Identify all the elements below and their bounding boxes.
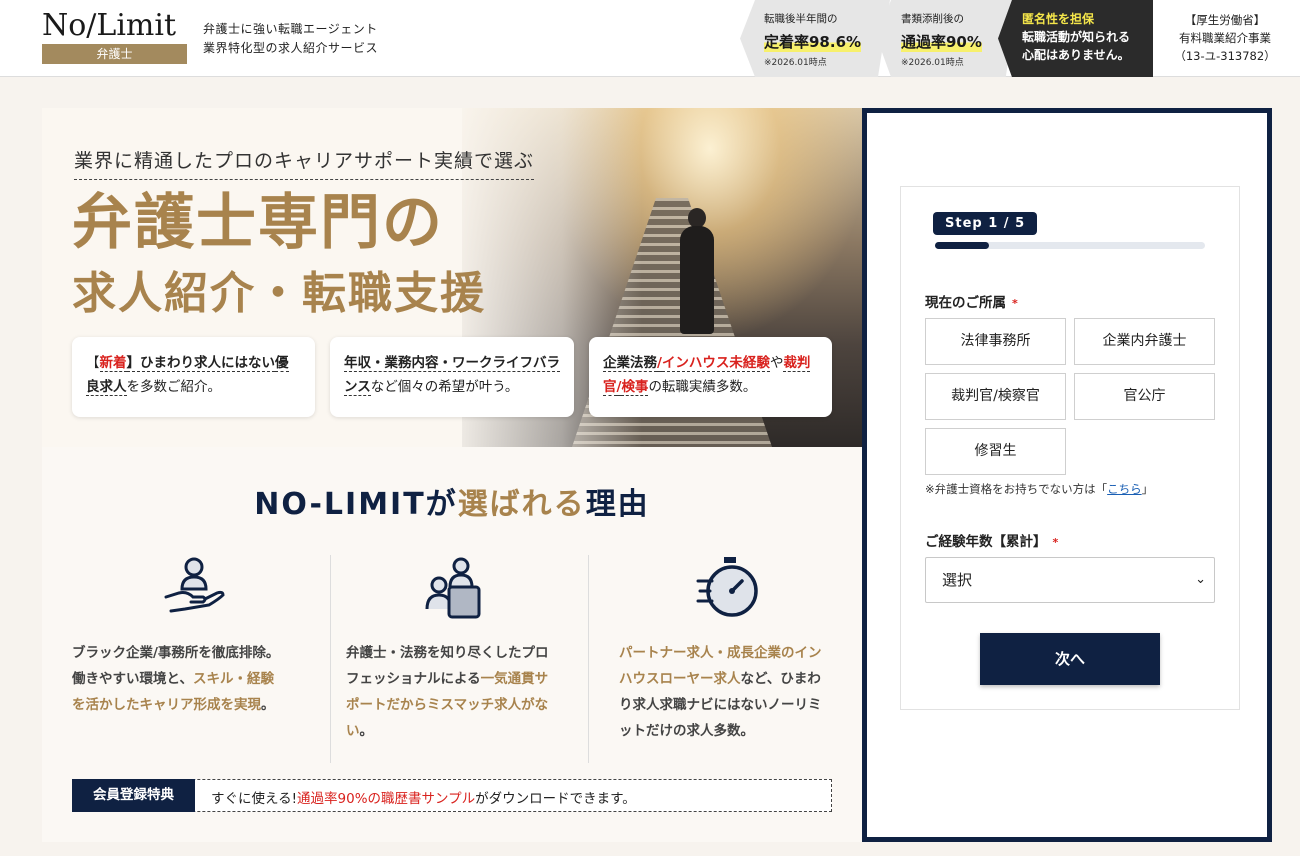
tagline: 弁護士に強い転職エージェント 業界特化型の求人紹介サービス [203,20,378,58]
chevron-down-icon: ⌄ [1195,572,1206,587]
card-text: など個々の希望が叶う。 [370,379,519,395]
card-highlight-red: インハウス未経験 [661,355,770,372]
license-type: 有料職業紹介事業 [1179,31,1271,45]
step-indicator: Step 1 / 5 [933,212,1038,235]
affiliation-label-text: 現在のご所属 [925,295,1006,311]
option-trainee[interactable]: 修習生 [925,428,1066,475]
anonymity-line3: 心配はありません。 [1022,48,1130,62]
reasons-title-c: 理由 [585,487,650,522]
feature-card-new-jobs: 【新着】ひまわり求人にはない優良求人を多数ご紹介。 [72,337,315,417]
logo-text: No/Limit [42,8,177,43]
next-button[interactable]: 次へ [980,633,1160,685]
hero-catchphrase: 業界に精通したプロのキャリアサポート実績で選ぶ [74,146,535,180]
pass-rate-stat-value: 通過率90% [901,31,982,52]
new-tag: 新着 [99,355,127,372]
card-highlight: 企業法務 [603,355,657,372]
reason-text: 。 [359,723,374,739]
reason-text-1: ブラック企業/事務所を徹底排除。働きやすい環境と、スキル・経験を活かしたキャリア… [72,640,287,718]
anonymity-line2: 転職活動が知られる [1022,30,1131,44]
retention-stat-value: 定着率98.6% [764,31,862,52]
experience-select[interactable]: 選択 ⌄ [925,557,1215,603]
member-text-a: すぐに使える! [211,791,298,807]
anonymity-badge: 匿名性を担保 転職活動が知られる 心配はありません。 [998,0,1153,77]
reason-text-2: 弁護士・法務を知り尽くしたプロフェッショナルによる一気通貫サポートだからミスマッ… [346,640,561,744]
reason-column-2: 弁護士・法務を知り尽くしたプロフェッショナルによる一気通貫サポートだからミスマッ… [330,555,589,763]
reasons-section: NO-LIMITが選ばれる理由 ブラック企業/事務所を徹底排除。働きやすい環境と… [42,447,862,842]
registration-form: Step 1 / 5 現在のご所属 * 法律事務所 企業内弁護士 裁判官/検察官 … [900,186,1240,710]
card-text: を多数ご紹介。 [126,379,222,395]
pass-rate-stat-note: ※2026.01時点 [901,58,964,68]
license-ministry: 【厚生労働省】 [1184,13,1266,27]
tagline-line1: 弁護士に強い転職エージェント [203,22,378,36]
retention-stat: 転職後半年間の 定着率98.6% ※2026.01時点 [740,0,890,77]
experience-label: ご経験年数【累計】 * [925,530,1058,550]
option-in-house-lawyer[interactable]: 企業内弁護士 [1074,318,1215,365]
member-text-red: 通過率90%の職歴書サンプル [297,791,476,807]
reasons-title: NO-LIMITが選ばれる理由 [42,479,862,523]
logo-subtitle: 弁護士 [42,44,187,64]
step-progress-bar [935,242,1205,249]
member-benefit-banner[interactable]: 会員登録特典 すぐに使える!通過率90%の職歴書サンプルがダウンロードできます。 [72,779,832,812]
feature-card-preferences: 年収・業務内容・ワークライフバランスなど個々の希望が叶う。 [330,337,574,417]
reason-text: 。 [261,697,275,713]
required-mark: * [1012,297,1018,310]
retention-stat-note: ※2026.01時点 [764,58,827,68]
consultation-icon [346,555,558,625]
card-text: や [769,355,784,371]
member-text-b: がダウンロードできます。 [475,791,636,807]
experience-label-text: ご経験年数【累計】 [925,534,1047,550]
license-info: 【厚生労働省】 有料職業紹介事業 （13-ユ-313782） [1160,11,1290,65]
experience-select-value: 選択 [942,571,973,589]
option-judge-prosecutor[interactable]: 裁判官/検察官 [925,373,1066,420]
card-text: の転職実績多数。 [648,379,757,395]
non-lawyer-note: ※弁護士資格をお持ちでない方は「こちら」 [925,481,1153,497]
required-mark: * [1052,536,1059,549]
pass-rate-stat-label: 書類添削後の [901,13,964,25]
reason-text-3: パートナー求人・成長企業のインハウスローヤー求人など、ひまわり求人求職ナビにはな… [619,640,834,744]
feature-card-track-record: 企業法務/インハウス未経験や裁判官/検事の転職実績多数。 [589,337,832,417]
license-number: （13-ユ-313782） [1174,49,1276,63]
option-law-firm[interactable]: 法律事務所 [925,318,1066,365]
reason-column-1: ブラック企業/事務所を徹底排除。働きやすい環境と、スキル・経験を活かしたキャリア… [72,555,315,763]
hand-care-icon [72,555,315,625]
note-text: 」 [1141,482,1154,496]
non-lawyer-link[interactable]: こちら [1107,482,1142,496]
card-text: 】ひまわり求人にはない [126,355,275,372]
reasons-title-a: NO-LIMITが [254,487,458,522]
member-benefit-text: すぐに使える!通過率90%の職歴書サンプルがダウンロードできます。 [211,787,636,807]
reasons-title-b: 選ばれる [457,487,586,522]
site-header: No/Limit 弁護士 弁護士に強い転職エージェント 業界特化型の求人紹介サー… [0,0,1300,77]
logo[interactable]: No/Limit 弁護士 [42,10,187,64]
anonymity-title: 匿名性を担保 [1022,12,1095,26]
registration-form-panel: Step 1 / 5 現在のご所属 * 法律事務所 企業内弁護士 裁判官/検察官 … [862,108,1272,842]
card-highlight-red: 検事 [621,379,649,396]
hero-section: 業界に精通したプロのキャリアサポート実績で選ぶ 弁護士専門の 求人紹介・転職支援… [42,108,862,447]
tagline-line2: 業界特化型の求人紹介サービス [203,41,379,55]
reason-column-3: パートナー求人・成長企業のインハウスローヤー求人など、ひまわり求人求職ナビにはな… [589,555,862,763]
option-government[interactable]: 官公庁 [1074,373,1215,420]
hero-title-line1: 弁護士専門の [72,188,444,258]
hero-title-line2: 求人紹介・転職支援 [72,268,486,319]
member-benefit-badge: 会員登録特典 [72,779,195,812]
note-text: ※弁護士資格をお持ちでない方は「 [925,482,1108,496]
stopwatch-icon [619,555,839,625]
step-progress-fill [935,242,989,249]
card-text: 【 [86,355,100,371]
affiliation-label: 現在のご所属 * [925,291,1018,311]
pass-rate-stat: 書類添削後の 通過率90% ※2026.01時点 [877,0,1017,77]
retention-stat-label: 転職後半年間の [764,13,838,25]
